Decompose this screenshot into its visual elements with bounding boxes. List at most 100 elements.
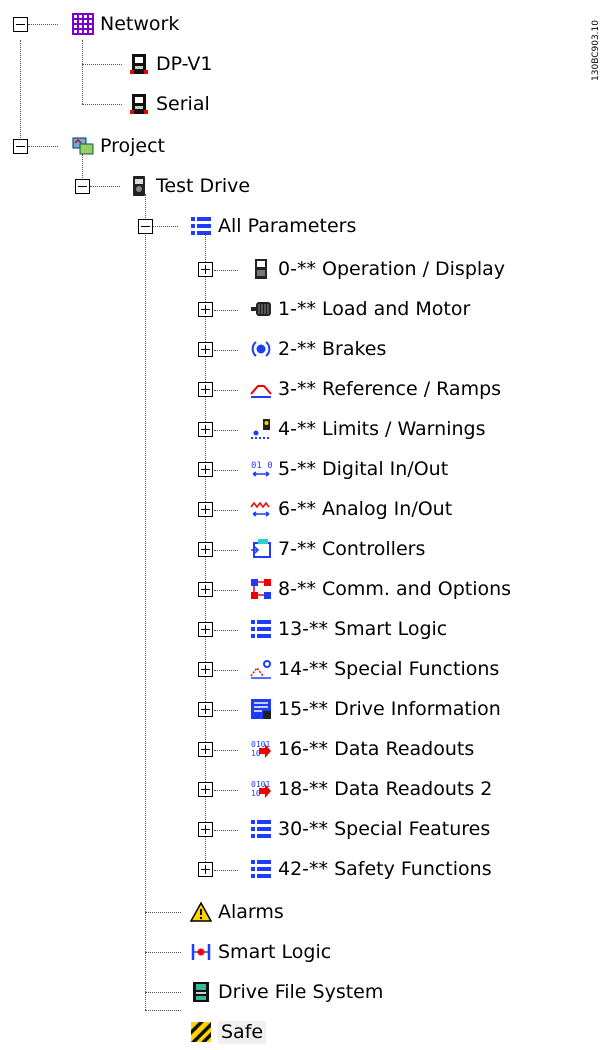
tree-node-label: 14-** Special Functions — [278, 657, 500, 680]
tree-line — [28, 146, 58, 147]
tree-line — [214, 750, 238, 751]
expand-group-toggle[interactable] — [198, 822, 213, 837]
param-group-42[interactable]: 42-** Safety Functions — [250, 851, 492, 887]
tree-line — [214, 710, 238, 711]
tree-node-label: 13-** Smart Logic — [278, 617, 448, 640]
param-group-6[interactable]: 6-** Analog In/Out — [250, 491, 452, 527]
param-group-18[interactable]: 0101 10 18-** Data Readouts 2 — [250, 771, 492, 807]
tree-node-alarms[interactable]: Alarms — [189, 894, 284, 930]
tree-line — [214, 590, 238, 591]
tree-node-label: Project — [100, 134, 166, 157]
param-group-0[interactable]: 0-** Operation / Display — [250, 251, 505, 287]
param-group-2[interactable]: 2-** Brakes — [250, 331, 386, 367]
expand-group-toggle[interactable] — [198, 662, 213, 677]
tree-node-label: All Parameters — [218, 214, 357, 237]
safe-hazard-icon — [190, 1021, 212, 1043]
expand-group-toggle[interactable] — [198, 342, 213, 357]
expand-group-toggle[interactable] — [198, 702, 213, 717]
tree-line — [90, 186, 120, 187]
tree-node-network[interactable]: Network — [72, 6, 179, 42]
tree-line — [214, 310, 238, 311]
tree-node-label: 3-** Reference / Ramps — [278, 377, 502, 400]
tree-node-label: 8-** Comm. and Options — [278, 577, 512, 600]
tree-line — [214, 550, 238, 551]
tree-line — [214, 430, 238, 431]
param-group-8[interactable]: 8-** Comm. and Options — [250, 571, 511, 607]
tree-node-smart-logic[interactable]: Smart Logic — [190, 934, 331, 970]
tree-line — [82, 104, 122, 105]
project-icon — [72, 135, 94, 157]
tree-line — [145, 992, 181, 993]
tree-node-label: 5-** Digital In/Out — [278, 457, 449, 480]
param-group-13[interactable]: 13-** Smart Logic — [250, 611, 447, 647]
collapse-all-parameters-toggle[interactable] — [138, 219, 153, 234]
figure-code: 130BC903.10 — [591, 20, 601, 81]
list-icon — [190, 215, 212, 237]
expand-group-toggle[interactable] — [198, 462, 213, 477]
expand-group-toggle[interactable] — [198, 382, 213, 397]
tree-line — [214, 470, 238, 471]
tree-line — [145, 912, 181, 913]
tree-node-label: 6-** Analog In/Out — [278, 497, 453, 520]
expand-group-toggle[interactable] — [198, 542, 213, 557]
tree-node-test-drive[interactable]: Test Drive — [128, 168, 250, 204]
param-group-3[interactable]: 3-** Reference / Ramps — [250, 371, 501, 407]
tree-view: 130BC903.10 Network DP-V1 Serial Project… — [0, 0, 603, 1047]
tree-line — [145, 1010, 181, 1011]
param-group-4[interactable]: 4-** Limits / Warnings — [250, 411, 485, 447]
tree-node-safe[interactable]: Safe — [190, 1014, 267, 1050]
tree-node-label: 16-** Data Readouts — [278, 737, 475, 760]
expand-group-toggle[interactable] — [198, 742, 213, 757]
param-group-16[interactable]: 0101 10 16-** Data Readouts — [250, 731, 474, 767]
tree-node-label: 2-** Brakes — [278, 337, 387, 360]
tree-line — [28, 24, 58, 25]
param-group-15[interactable]: 15-** Drive Information — [250, 691, 501, 727]
network-grid-icon — [72, 13, 94, 35]
limits-warning-icon — [250, 418, 272, 440]
tree-line — [214, 630, 238, 631]
expand-group-toggle[interactable] — [198, 582, 213, 597]
tree-node-all-parameters[interactable]: All Parameters — [190, 208, 356, 244]
param-group-7[interactable]: 7-** Controllers — [250, 531, 425, 567]
collapse-network-toggle[interactable] — [13, 17, 28, 32]
tree-line — [214, 830, 238, 831]
drive-red-icon — [128, 93, 150, 115]
collapse-project-toggle[interactable] — [13, 139, 28, 154]
tree-node-label: Network — [100, 12, 180, 35]
tree-line — [214, 670, 238, 671]
tree-node-label: Safe — [218, 1020, 267, 1044]
tree-node-label: DP-V1 — [156, 52, 213, 75]
digital-io-icon: 01 01 — [250, 458, 278, 480]
tree-node-label: 7-** Controllers — [278, 537, 426, 560]
tree-node-dp-v1[interactable]: DP-V1 — [128, 46, 213, 82]
list-icon — [250, 818, 272, 840]
brake-icon — [250, 338, 272, 360]
tree-node-label: 18-** Data Readouts 2 — [278, 777, 493, 800]
tree-node-label: Serial — [156, 92, 210, 115]
tree-node-label: 42-** Safety Functions — [278, 857, 492, 880]
tree-node-label: Alarms — [218, 900, 284, 923]
tree-line — [214, 510, 238, 511]
tree-line — [214, 390, 238, 391]
expand-group-toggle[interactable] — [198, 782, 213, 797]
expand-group-toggle[interactable] — [198, 262, 213, 277]
tree-node-label: 0-** Operation / Display — [278, 257, 506, 280]
expand-group-toggle[interactable] — [198, 302, 213, 317]
tree-node-label: Test Drive — [156, 174, 251, 197]
tree-line — [152, 226, 178, 227]
drive-icon — [128, 175, 150, 197]
tree-node-serial[interactable]: Serial — [128, 86, 210, 122]
param-group-1[interactable]: 1-** Load and Motor — [250, 291, 470, 327]
param-group-14[interactable]: 14-** Special Functions — [250, 651, 499, 687]
expand-group-toggle[interactable] — [198, 422, 213, 437]
expand-group-toggle[interactable] — [198, 862, 213, 877]
tree-line — [145, 194, 146, 1010]
param-group-30[interactable]: 30-** Special Features — [250, 811, 490, 847]
tree-node-drive-file-system[interactable]: Drive File System — [190, 974, 383, 1010]
tree-node-project[interactable]: Project — [72, 128, 165, 164]
expand-group-toggle[interactable] — [198, 502, 213, 517]
param-group-5[interactable]: 01 01 5-** Digital In/Out — [250, 451, 448, 487]
expand-group-toggle[interactable] — [198, 622, 213, 637]
tree-line — [214, 870, 238, 871]
collapse-test-drive-toggle[interactable] — [75, 179, 90, 194]
